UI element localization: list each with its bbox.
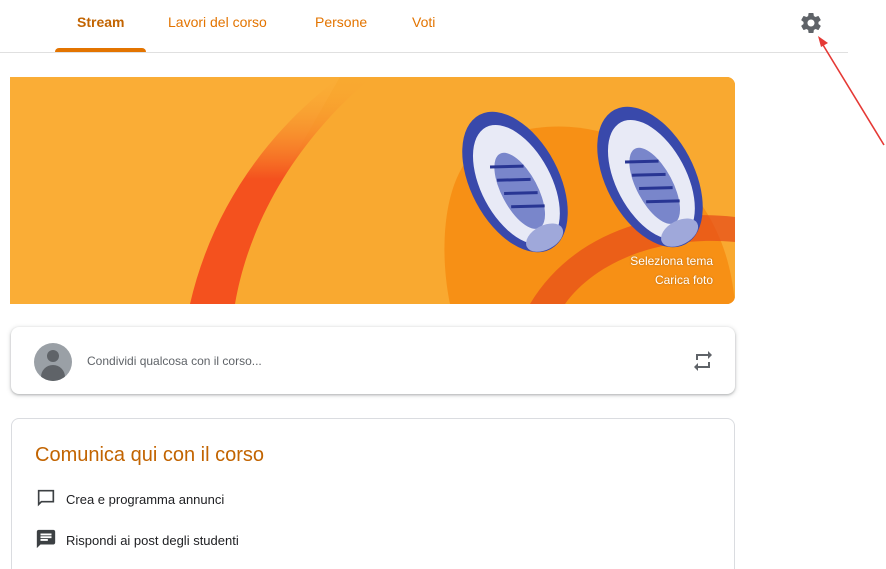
tab-stream[interactable]: Stream [77,14,124,30]
top-navigation: Stream Lavori del corso Persone Voti [0,0,848,53]
message-icon [36,529,56,549]
share-box[interactable]: Condividi qualcosa con il corso... [11,327,735,394]
active-tab-indicator [55,48,146,52]
tab-voti[interactable]: Voti [412,14,435,30]
repost-icon[interactable] [691,349,715,373]
avatar-body [41,365,65,381]
avatar [34,343,72,381]
card-title: Comunica qui con il corso [35,444,264,466]
chat-bubble-icon [37,489,55,507]
annotation-arrow [818,36,885,146]
card-item-label: Crea e programma annunci [66,492,225,507]
tab-persone[interactable]: Persone [315,14,367,30]
upload-photo-link[interactable]: Carica foto [655,273,713,287]
share-placeholder[interactable]: Condividi qualcosa con il corso... [87,354,262,368]
avatar-head [47,350,59,362]
communicate-card: Comunica qui con il corso Crea e program… [11,418,735,569]
course-banner: Seleziona tema Carica foto [10,77,735,304]
tab-lavori-del-corso[interactable]: Lavori del corso [168,14,267,30]
select-theme-link[interactable]: Seleziona tema [630,254,713,268]
card-item-label: Rispondi ai post degli studenti [66,533,239,548]
banner-illustration [10,77,735,304]
